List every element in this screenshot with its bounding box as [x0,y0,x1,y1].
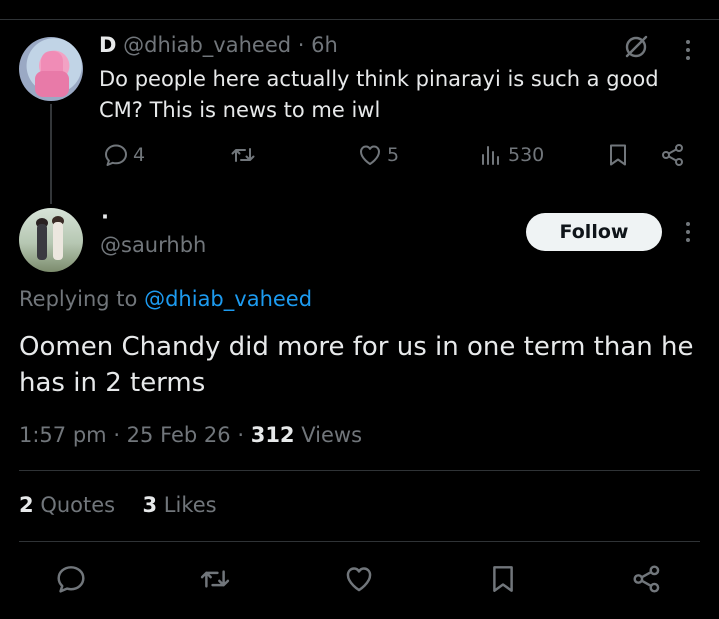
share-action[interactable] [660,142,686,168]
quotes-label: Quotes [40,493,116,517]
share-icon[interactable] [631,563,663,595]
avatar-saurhbh[interactable] [19,208,83,272]
likes-label: Likes [163,493,217,517]
like-icon[interactable] [343,563,375,595]
likes-stat[interactable]: 3 Likes [142,493,216,517]
bookmark-icon [610,144,626,166]
avatar-figure-body [37,224,47,260]
views-count-main: 312 [250,423,295,447]
tweet-date[interactable]: 25 Feb 26 [127,423,231,447]
quotes-stat[interactable]: 2 Quotes [19,493,115,517]
reply-icon[interactable] [55,563,87,595]
avatar-dhiab[interactable] [19,37,83,101]
grok-icon[interactable] [622,33,650,61]
reply-icon [105,144,127,166]
views-label: Views [301,423,363,447]
like-count: 5 [387,144,400,166]
thread-connector-line [50,104,52,204]
engagement-stats: 2 Quotes 3 Likes [19,493,217,517]
avatar-figure-body [53,222,63,260]
reply-count: 4 [133,144,146,166]
replying-prefix: Replying to [19,287,138,311]
share-icon [662,144,683,166]
more-icon[interactable] [678,220,698,244]
views-count: 530 [508,144,545,166]
main-display-name[interactable]: · [101,205,109,229]
replying-to: Replying to @dhiab_vaheed [19,287,312,311]
reply-action[interactable]: 4 [103,142,145,168]
retweet-action[interactable] [230,142,256,168]
likes-count: 3 [142,493,158,517]
bookmark-icon[interactable] [487,563,519,595]
meta-separator: · [113,423,127,447]
views-icon [482,146,499,165]
divider [19,541,700,542]
replying-to-link[interactable]: @dhiab_vaheed [144,287,312,311]
parent-display-name[interactable]: D [99,33,116,57]
tweet-meta: 1:57 pm · 25 Feb 26 · 312 Views [19,423,362,447]
parent-tweet-header: D @dhiab_vaheed · 6h [99,33,338,57]
like-icon [360,145,380,165]
main-tweet-text: Oomen Chandy did more for us in one term… [19,332,694,398]
tweet-time[interactable]: 1:57 pm [19,423,107,447]
more-icon[interactable] [678,38,698,62]
bookmark-action[interactable] [605,142,631,168]
parent-tweet-text: Do people here actually think pinarayi i… [99,67,659,122]
like-action[interactable]: 5 [357,142,399,168]
views-action[interactable]: 530 [478,142,544,168]
parent-handle[interactable]: @dhiab_vaheed [123,33,291,57]
retweet-icon [231,148,255,162]
follow-button[interactable]: Follow [526,213,662,251]
meta-separator: · [237,423,251,447]
divider [19,470,700,471]
avatar-figure-body [35,71,69,97]
quotes-count: 2 [19,493,34,517]
parent-time[interactable]: · 6h [298,33,338,57]
main-handle[interactable]: @saurhbh [100,233,206,257]
top-divider [0,19,719,20]
retweet-icon[interactable] [199,563,231,595]
